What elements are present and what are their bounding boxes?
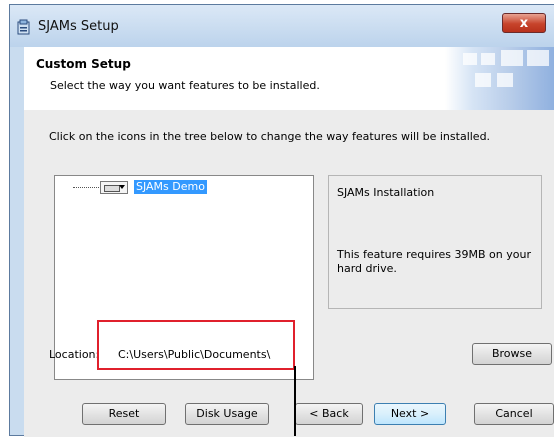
header-banner-graphic xyxy=(445,47,554,110)
title-bar: SJAMs Setup x xyxy=(10,5,554,47)
reset-button[interactable]: Reset xyxy=(82,403,166,425)
setup-window: SJAMs Setup x Custom Setup Select the wa… xyxy=(9,4,554,437)
installer-icon xyxy=(17,19,30,35)
page-subtitle: Select the way you want features to be i… xyxy=(50,79,320,92)
browse-button[interactable]: Browse xyxy=(472,343,552,365)
tree-connector xyxy=(73,187,101,188)
instructions-text: Click on the icons in the tree below to … xyxy=(49,130,491,143)
tree-item-sjams-demo[interactable]: SJAMs Demo xyxy=(134,180,207,194)
annotation-pointer-line xyxy=(294,366,296,436)
window-title: SJAMs Setup xyxy=(38,19,119,34)
setup-body: Click on the icons in the tree below to … xyxy=(24,110,554,437)
disk-usage-button[interactable]: Disk Usage xyxy=(185,403,269,425)
feature-description-title: SJAMs Installation xyxy=(337,186,435,199)
close-button[interactable]: x xyxy=(502,13,546,33)
dropdown-arrow-icon xyxy=(119,185,125,189)
next-button[interactable]: Next > xyxy=(374,403,446,425)
feature-requirement-text: This feature requires 39MB on your hard … xyxy=(337,248,531,275)
back-button[interactable]: < Back xyxy=(295,403,363,425)
drive-icon[interactable] xyxy=(100,181,128,194)
setup-header: Custom Setup Select the way you want fea… xyxy=(24,47,554,111)
page-title: Custom Setup xyxy=(36,57,131,71)
feature-description-panel: SJAMs Installation This feature requires… xyxy=(328,175,542,309)
location-highlight-box xyxy=(97,320,295,370)
cancel-button[interactable]: Cancel xyxy=(474,403,554,425)
location-label: Location: xyxy=(49,348,100,361)
